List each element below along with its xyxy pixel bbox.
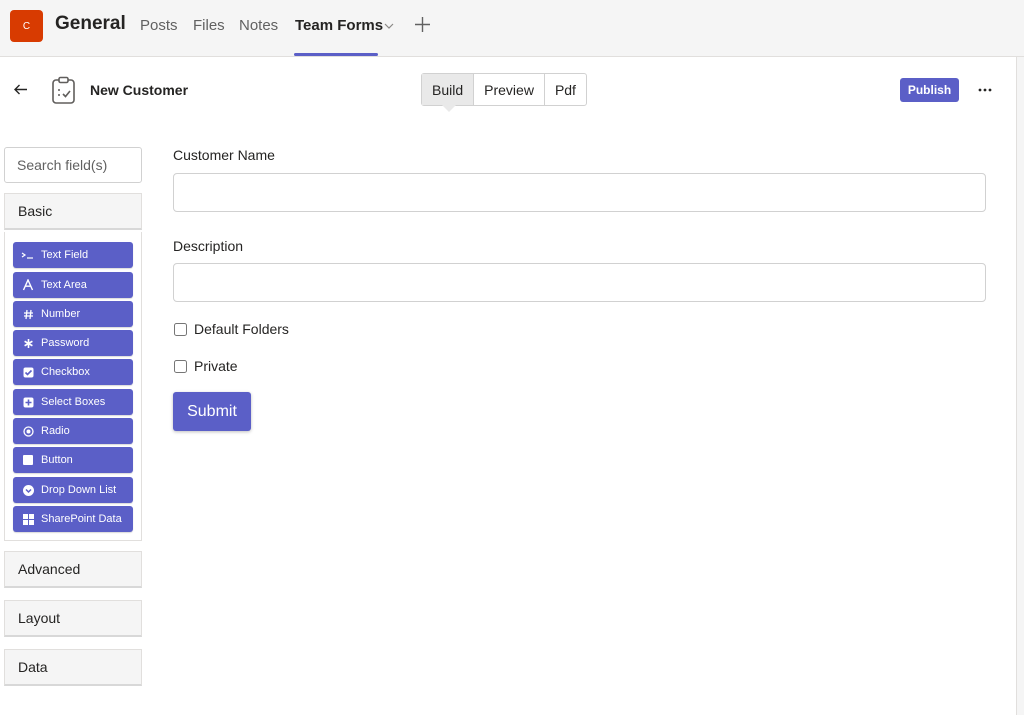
- component-label: Text Area: [41, 279, 87, 291]
- default-folders-option[interactable]: Default Folders: [173, 321, 289, 337]
- hash-icon: [21, 307, 35, 321]
- square-icon: [21, 453, 35, 467]
- component-drop-down-list[interactable]: Drop Down List: [13, 477, 133, 503]
- component-select-boxes[interactable]: Select Boxes: [13, 389, 133, 415]
- group-advanced[interactable]: Advanced: [4, 551, 142, 588]
- search-fields-input[interactable]: [4, 147, 142, 183]
- description-input[interactable]: [173, 263, 986, 302]
- channel-title: General: [55, 13, 126, 34]
- teams-top-bar: C General Posts Files Notes Team Forms: [0, 0, 1024, 57]
- tab-team-forms[interactable]: Team Forms: [295, 17, 383, 34]
- scrollbar-track[interactable]: [1016, 57, 1024, 715]
- private-checkbox[interactable]: [174, 359, 187, 373]
- description-label: Description: [173, 238, 244, 254]
- back-arrow-icon[interactable]: [13, 82, 28, 97]
- component-label: Select Boxes: [41, 396, 106, 408]
- tab-notes[interactable]: Notes: [239, 17, 278, 34]
- active-mode-pointer: [442, 105, 456, 112]
- component-label: Drop Down List: [41, 484, 117, 496]
- customer-name-label: Customer Name: [173, 147, 275, 163]
- tab-posts[interactable]: Posts: [140, 17, 178, 34]
- default-folders-label: Default Folders: [194, 321, 289, 337]
- component-label: Radio: [41, 425, 70, 437]
- group-data-label: Data: [18, 659, 48, 675]
- group-layout-label: Layout: [18, 610, 61, 626]
- component-label: Password: [41, 337, 90, 349]
- component-password[interactable]: Password: [13, 330, 133, 356]
- add-tab-plus-icon[interactable]: [414, 16, 431, 33]
- component-label: SharePoint Data: [41, 513, 122, 525]
- terminal-icon: [21, 248, 35, 262]
- component-label: Button: [41, 454, 73, 466]
- customer-name-input[interactable]: [173, 173, 986, 212]
- default-folders-checkbox[interactable]: [174, 322, 187, 336]
- team-avatar[interactable]: C: [10, 10, 43, 42]
- private-label: Private: [194, 358, 238, 374]
- component-button[interactable]: Button: [13, 447, 133, 473]
- group-layout[interactable]: Layout: [4, 600, 142, 637]
- build-mode-button[interactable]: Build: [422, 74, 475, 105]
- form-title: New Customer: [90, 82, 189, 98]
- submit-button[interactable]: Submit: [173, 392, 251, 431]
- component-number[interactable]: Number: [13, 301, 133, 327]
- component-label: Number: [41, 308, 81, 320]
- windows-icon: [21, 512, 35, 526]
- component-text-area[interactable]: Text Area: [13, 272, 133, 298]
- component-label: Checkbox: [41, 366, 90, 378]
- pdf-mode-button[interactable]: Pdf: [545, 74, 586, 105]
- more-options-icon[interactable]: [977, 83, 993, 97]
- component-sharepoint-data[interactable]: SharePoint Data: [13, 506, 133, 532]
- font-a-icon: [21, 278, 35, 292]
- group-basic[interactable]: Basic: [4, 193, 142, 230]
- component-radio[interactable]: Radio: [13, 418, 133, 444]
- chevron-circle-icon: [21, 483, 35, 497]
- group-data[interactable]: Data: [4, 649, 142, 686]
- component-checkbox[interactable]: Checkbox: [13, 359, 133, 385]
- checkbox-icon: [21, 365, 35, 379]
- group-basic-label: Basic: [18, 203, 53, 219]
- mode-switcher: Build Preview Pdf: [421, 73, 587, 106]
- plus-square-icon: [21, 395, 35, 409]
- private-option[interactable]: Private: [173, 358, 238, 374]
- component-label: Text Field: [41, 249, 89, 261]
- active-tab-indicator: [294, 53, 378, 56]
- radio-dot-icon: [21, 424, 35, 438]
- component-text-field[interactable]: Text Field: [13, 242, 133, 268]
- chevron-down-icon[interactable]: [384, 22, 394, 30]
- tab-files[interactable]: Files: [193, 17, 225, 34]
- asterisk-icon: [21, 336, 35, 350]
- preview-mode-button[interactable]: Preview: [474, 74, 545, 105]
- group-advanced-label: Advanced: [18, 561, 81, 577]
- publish-button[interactable]: Publish: [900, 78, 959, 102]
- clipboard-form-icon: [52, 76, 75, 104]
